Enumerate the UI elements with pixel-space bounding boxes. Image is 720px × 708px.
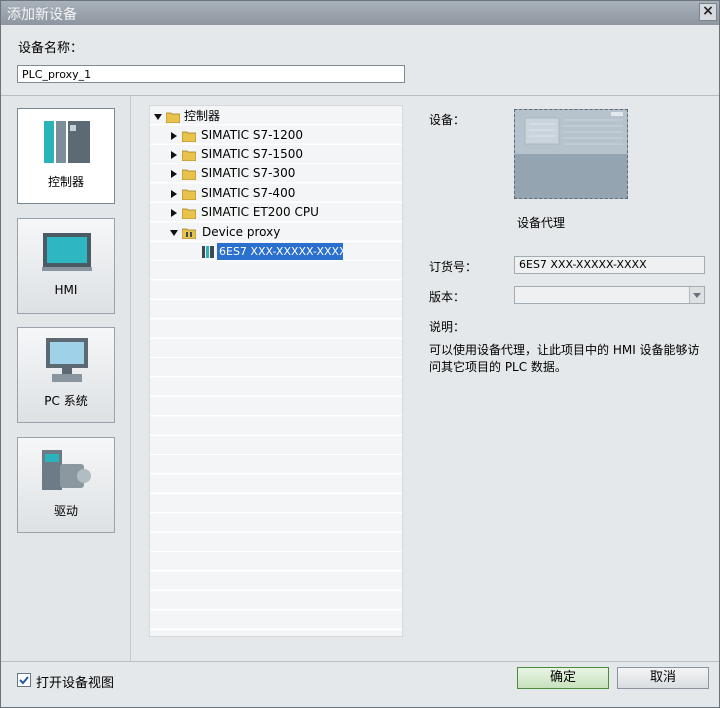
category-hmi-label: HMI bbox=[54, 283, 78, 297]
device-label: 设备： bbox=[429, 113, 466, 127]
tree-node-et200-cpu[interactable]: SIMATIC ET200 CPU bbox=[171, 203, 401, 222]
category-panel: 控制器 HMI PC 系统 驱动 bbox=[1, 96, 131, 661]
device-name-input[interactable] bbox=[17, 65, 405, 83]
ok-button[interactable]: 确定 bbox=[517, 667, 609, 689]
tree-node-label: SIMATIC S7-1500 bbox=[201, 147, 303, 161]
cancel-button[interactable]: 取消 bbox=[617, 667, 709, 689]
tree-node-label: Device proxy bbox=[202, 225, 281, 239]
version-select[interactable] bbox=[514, 286, 705, 304]
folder-icon bbox=[182, 169, 196, 180]
folder-icon bbox=[182, 208, 196, 219]
tree-node-label: SIMATIC ET200 CPU bbox=[201, 205, 319, 219]
collapse-arrow-icon bbox=[171, 190, 177, 198]
tree-node-label: SIMATIC S7-1200 bbox=[201, 128, 303, 142]
folder-icon bbox=[182, 189, 196, 200]
close-icon: × bbox=[702, 3, 714, 19]
tree-node-s7-300[interactable]: SIMATIC S7-300 bbox=[171, 164, 401, 183]
collapse-arrow-icon bbox=[171, 151, 177, 159]
proxy-folder-icon bbox=[182, 228, 196, 239]
open-device-view-checkbox[interactable] bbox=[17, 673, 31, 687]
tree-node-s7-400[interactable]: SIMATIC S7-400 bbox=[171, 184, 401, 203]
controller-icon bbox=[44, 121, 90, 163]
category-drive-label: 驱动 bbox=[53, 504, 78, 518]
order-number-field: 6ES7 XXX-XXXXX-XXXX bbox=[514, 256, 705, 274]
pc-system-icon bbox=[46, 338, 88, 382]
collapse-arrow-icon bbox=[171, 209, 177, 217]
expand-arrow-icon bbox=[154, 114, 162, 120]
folder-icon bbox=[182, 150, 196, 161]
tree-node-s7-1500[interactable]: SIMATIC S7-1500 bbox=[171, 145, 401, 164]
tree-node-device-proxy[interactable]: Device proxy bbox=[170, 223, 400, 242]
collapse-arrow-icon bbox=[171, 132, 177, 140]
description-text: 可以使用设备代理，让此项目中的 HMI 设备能够访问其它项目的 PLC 数据。 bbox=[429, 343, 700, 374]
category-hmi-button[interactable]: HMI bbox=[17, 218, 115, 314]
category-controller-label: 控制器 bbox=[47, 175, 84, 189]
collapse-arrow-icon bbox=[171, 170, 177, 178]
hmi-icon bbox=[42, 233, 92, 271]
tree-node-proxy-item-selected[interactable]: 6ES7 XXX-XXXXX-XXXX bbox=[217, 243, 343, 260]
open-device-view-label: 打开设备视图 bbox=[36, 676, 115, 691]
device-module-icon bbox=[202, 246, 214, 258]
device-proxy-image bbox=[515, 110, 627, 198]
description-label: 说明： bbox=[429, 320, 466, 334]
tree-node-label: SIMATIC S7-300 bbox=[201, 166, 296, 180]
order-number-label: 订货号： bbox=[429, 260, 478, 274]
tree-node-controller[interactable]: 控制器 bbox=[154, 107, 394, 126]
title-bar: 添加新设备 × bbox=[1, 1, 719, 25]
version-label: 版本： bbox=[429, 290, 466, 304]
device-name-display: 设备代理 bbox=[517, 216, 566, 230]
chevron-down-icon[interactable] bbox=[689, 287, 704, 303]
category-drive-button[interactable]: 驱动 bbox=[17, 437, 115, 533]
window-title: 添加新设备 bbox=[7, 7, 77, 23]
drive-icon bbox=[42, 450, 91, 490]
tree-node-label: 控制器 bbox=[184, 109, 221, 123]
close-button[interactable]: × bbox=[699, 3, 717, 21]
folder-icon bbox=[166, 112, 180, 123]
tree-node-s7-1200[interactable]: SIMATIC S7-1200 bbox=[171, 126, 401, 145]
add-device-dialog: 添加新设备 × 设备名称： 控制器 HMI bbox=[0, 0, 720, 708]
device-preview-image bbox=[514, 109, 628, 199]
device-name-label: 设备名称： bbox=[18, 41, 84, 56]
folder-icon bbox=[182, 131, 196, 142]
divider bbox=[1, 661, 719, 662]
checkmark-icon bbox=[19, 676, 29, 685]
category-pc-system-label: PC 系统 bbox=[44, 394, 88, 408]
tree-node-label: SIMATIC S7-400 bbox=[201, 186, 296, 200]
category-pc-system-button[interactable]: PC 系统 bbox=[17, 327, 115, 423]
expand-arrow-icon bbox=[170, 230, 178, 236]
category-controller-button[interactable]: 控制器 bbox=[17, 108, 115, 204]
